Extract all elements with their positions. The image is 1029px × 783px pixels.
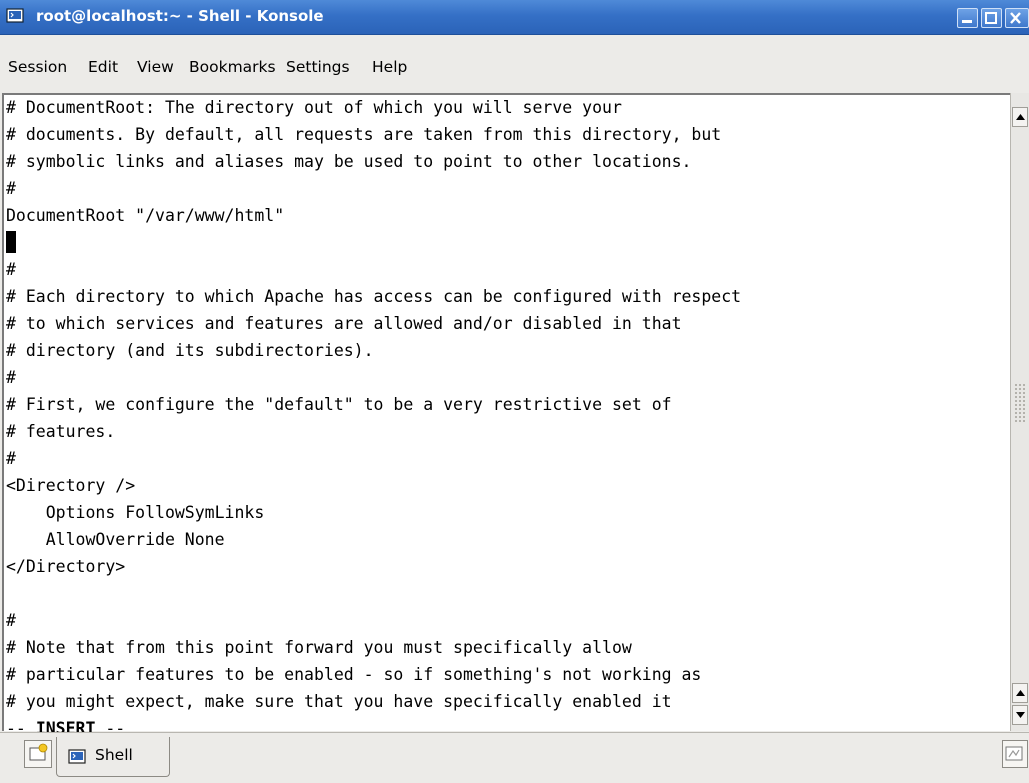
close-button[interactable] xyxy=(1005,8,1029,28)
menu-session[interactable]: Session xyxy=(8,58,67,76)
close-tab-button[interactable] xyxy=(1002,740,1028,768)
menu-edit[interactable]: Edit xyxy=(88,58,118,76)
terminal-line: # to which services and features are all… xyxy=(6,314,682,333)
terminal-line: # particular features to be enabled - so… xyxy=(6,665,702,684)
terminal-line: AllowOverride None xyxy=(6,530,225,549)
maximize-icon xyxy=(985,12,997,24)
menu-settings[interactable]: Settings xyxy=(286,58,350,76)
terminal-line: # xyxy=(6,260,16,279)
new-tab-icon xyxy=(29,743,48,761)
menu-bookmarks[interactable]: Bookmarks xyxy=(189,58,276,76)
terminal-line: # First, we configure the "default" to b… xyxy=(6,395,672,414)
terminal-line: # documents. By default, all requests ar… xyxy=(6,125,722,144)
scroll-up-button-bottom[interactable] xyxy=(1012,683,1028,703)
terminal-line: # xyxy=(6,449,16,468)
terminal-line: # Note that from this point forward you … xyxy=(6,638,632,657)
menu-help[interactable]: Help xyxy=(372,58,407,76)
close-icon xyxy=(1010,12,1021,24)
terminal-icon xyxy=(68,749,86,769)
menu-bar: Session Edit View Bookmarks Settings Hel… xyxy=(0,35,1029,91)
terminal-line: Options FollowSymLinks xyxy=(6,503,265,522)
vertical-scrollbar[interactable] xyxy=(1010,93,1029,731)
maximize-button[interactable] xyxy=(981,8,1002,28)
terminal-line: # you might expect, make sure that you h… xyxy=(6,692,672,711)
minimize-icon xyxy=(962,20,972,23)
close-tab-icon xyxy=(1005,746,1023,761)
tab-shell[interactable]: Shell xyxy=(56,737,170,777)
terminal-line: # features. xyxy=(6,422,116,441)
menu-view[interactable]: View xyxy=(137,58,174,76)
title-bar[interactable]: root@localhost:~ - Shell - Konsole xyxy=(0,0,1029,35)
new-tab-button[interactable] xyxy=(24,740,52,768)
tab-label: Shell xyxy=(95,746,133,764)
arrow-down-icon xyxy=(1016,712,1025,718)
arrow-up-icon xyxy=(1016,690,1025,696)
scroll-up-button[interactable] xyxy=(1012,107,1028,127)
terminal-line: # xyxy=(6,179,16,198)
terminal-line: # Each directory to which Apache has acc… xyxy=(6,287,742,306)
terminal-line: # symbolic links and aliases may be used… xyxy=(6,152,692,171)
terminal-line: # DocumentRoot: The directory out of whi… xyxy=(6,98,622,117)
terminal-output[interactable]: # DocumentRoot: The directory out of whi… xyxy=(6,96,1002,738)
window-title: root@localhost:~ - Shell - Konsole xyxy=(36,7,324,25)
terminal-line: DocumentRoot "/var/www/html" xyxy=(6,206,285,225)
terminal-line: <Directory /> xyxy=(6,476,136,495)
tab-bar: Shell xyxy=(0,732,1029,783)
terminal-line: </Directory> xyxy=(6,557,126,576)
terminal-icon[interactable] xyxy=(6,8,24,24)
scroll-down-button[interactable] xyxy=(1012,705,1028,725)
terminal-line: # xyxy=(6,611,16,630)
minimize-button[interactable] xyxy=(957,8,978,28)
text-cursor xyxy=(6,231,16,253)
scrollbar-grip[interactable] xyxy=(1014,383,1025,423)
arrow-up-icon xyxy=(1016,114,1025,120)
terminal-line: # xyxy=(6,368,16,387)
terminal-line: # directory (and its subdirectories). xyxy=(6,341,374,360)
